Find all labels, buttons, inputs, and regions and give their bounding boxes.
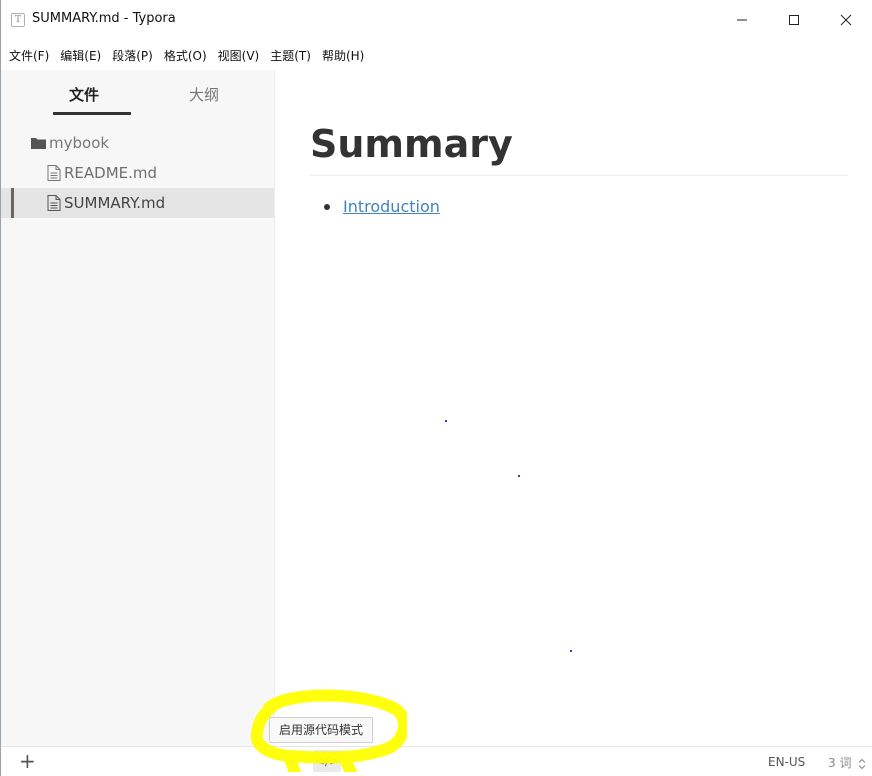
app-window: T SUMMARY.md - Typora 文件(F) 编辑(E) 段落(P) …	[0, 0, 872, 776]
language-indicator[interactable]: EN-US	[768, 755, 805, 769]
maximize-icon	[789, 15, 799, 25]
menu-edit[interactable]: 编辑(E)	[60, 47, 101, 64]
active-tab-indicator	[53, 112, 131, 115]
file-label: SUMMARY.md	[64, 194, 166, 212]
stray-dot	[518, 475, 520, 477]
file-label: README.md	[64, 164, 158, 182]
file-tree: mybook README.md SUMMARY.md	[1, 128, 274, 218]
window-title: SUMMARY.md - Typora	[32, 11, 176, 26]
sort-icon[interactable]	[857, 755, 867, 774]
typora-app-icon: T	[11, 13, 25, 27]
close-icon	[840, 14, 852, 26]
folder-label: mybook	[49, 134, 110, 152]
tree-file-readme[interactable]: README.md	[1, 158, 274, 188]
status-bar: + ‹ </> EN-US 3 词	[1, 746, 872, 776]
minimize-icon	[737, 19, 747, 21]
close-button[interactable]	[820, 0, 872, 40]
sidebar: 文件 大纲 mybook README.md SUMMARY.md	[1, 70, 275, 746]
menu-file[interactable]: 文件(F)	[9, 47, 49, 64]
document-heading[interactable]: Summary	[310, 122, 513, 166]
toggle-sidebar-button[interactable]: ‹	[289, 755, 295, 771]
word-count[interactable]: 3 词	[828, 754, 851, 771]
tree-file-summary[interactable]: SUMMARY.md	[1, 188, 274, 218]
stray-dot	[445, 420, 447, 422]
bullet-icon	[324, 203, 330, 210]
menu-themes[interactable]: 主题(T)	[270, 47, 311, 64]
document-icon	[47, 165, 61, 181]
stray-dot	[570, 650, 572, 652]
introduction-link[interactable]: Introduction	[343, 197, 440, 216]
add-file-button[interactable]: +	[19, 751, 36, 771]
menu-format[interactable]: 格式(O)	[164, 47, 207, 64]
tree-folder-mybook[interactable]: mybook	[1, 128, 274, 158]
menu-bar: 文件(F) 编辑(E) 段落(P) 格式(O) 视图(V) 主题(T) 帮助(H…	[1, 40, 872, 70]
source-mode-tooltip: 启用源代码模式	[269, 717, 374, 743]
list-item: Introduction	[324, 197, 440, 216]
heading-divider	[310, 175, 848, 176]
title-bar: T SUMMARY.md - Typora	[1, 0, 872, 40]
menu-help[interactable]: 帮助(H)	[322, 47, 364, 64]
document-icon	[47, 195, 61, 211]
source-code-mode-button[interactable]: </>	[313, 750, 341, 772]
menu-view[interactable]: 视图(V)	[218, 47, 260, 64]
tab-files[interactable]: 文件	[44, 84, 124, 105]
sidebar-tabs: 文件 大纲	[1, 70, 274, 116]
tab-outline[interactable]: 大纲	[164, 84, 244, 105]
maximize-button[interactable]	[768, 0, 820, 40]
minimize-button[interactable]	[716, 0, 768, 40]
folder-icon	[31, 137, 46, 149]
window-controls	[716, 0, 872, 40]
editor-area[interactable]: Summary Introduction	[276, 70, 872, 746]
menu-paragraph[interactable]: 段落(P)	[112, 47, 153, 64]
